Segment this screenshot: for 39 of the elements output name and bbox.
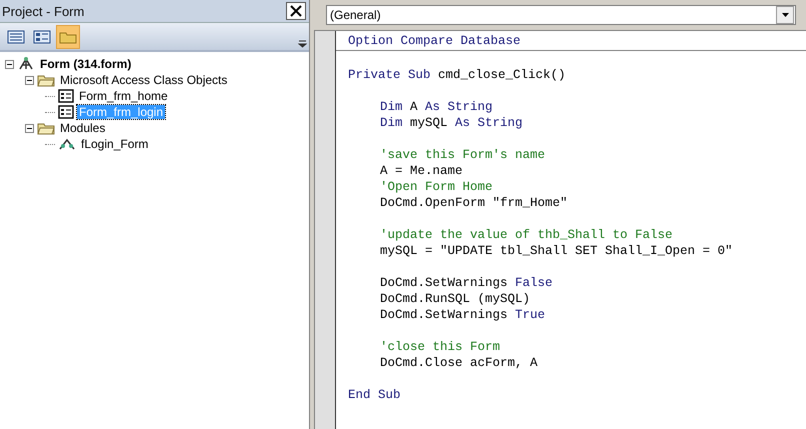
code-line: Dim mySQL As String (380, 115, 523, 131)
code-line: 'close this Form (380, 339, 500, 355)
project-icon (17, 56, 35, 72)
panel-title: Project - Form (2, 4, 84, 18)
code-line: mySQL = "UPDATE tbl_Shall SET Shall_I_Open = 0" (380, 243, 733, 259)
form-icon (58, 89, 74, 103)
code-line: Dim A As String (380, 99, 493, 115)
close-button[interactable] (286, 2, 306, 20)
form-icon (58, 105, 74, 119)
folder-icon (37, 121, 55, 135)
tree-item[interactable]: fLogin_Form (79, 137, 150, 151)
tree-item[interactable]: Microsoft Access Class Objects (58, 73, 230, 87)
object-dropdown[interactable]: (General) (326, 5, 796, 25)
code-line: 'Open Form Home (380, 179, 493, 195)
dropdown-icon[interactable] (298, 40, 307, 48)
toggle-folders-button[interactable] (56, 24, 80, 48)
code-line: End Sub (348, 387, 401, 403)
expand-toggle[interactable] (25, 124, 34, 132)
code-line: Option Compare Database (348, 33, 521, 49)
tree-item[interactable]: Form_frm_home (77, 89, 170, 103)
expand-toggle[interactable] (25, 76, 34, 84)
code-line: A = Me.name (380, 163, 463, 179)
tree-item[interactable]: Modules (58, 121, 108, 135)
tree-item[interactable]: Form (314.form) (38, 57, 134, 71)
module-icon (58, 137, 76, 151)
code-view-icon (33, 28, 51, 44)
code-line: Private Sub cmd_close_Click() (348, 67, 566, 83)
dropdown-icon (782, 13, 788, 17)
close-icon (290, 5, 302, 17)
code-line: DoCmd.SetWarnings True (380, 307, 546, 323)
code-line: DoCmd.RunSQL (mySQL) (380, 291, 530, 307)
code-line: 'update the value of thb_Shall to False (380, 227, 673, 243)
object-view-icon (7, 28, 25, 44)
code-line: DoCmd.SetWarnings False (380, 275, 553, 291)
code-line: 'save this Form's name (380, 147, 546, 163)
expand-toggle[interactable] (5, 60, 14, 68)
code-line: DoCmd.OpenForm "frm_Home" (380, 195, 568, 211)
code-line: DoCmd.Close acForm, A (380, 355, 538, 371)
folder-icon (37, 73, 55, 87)
